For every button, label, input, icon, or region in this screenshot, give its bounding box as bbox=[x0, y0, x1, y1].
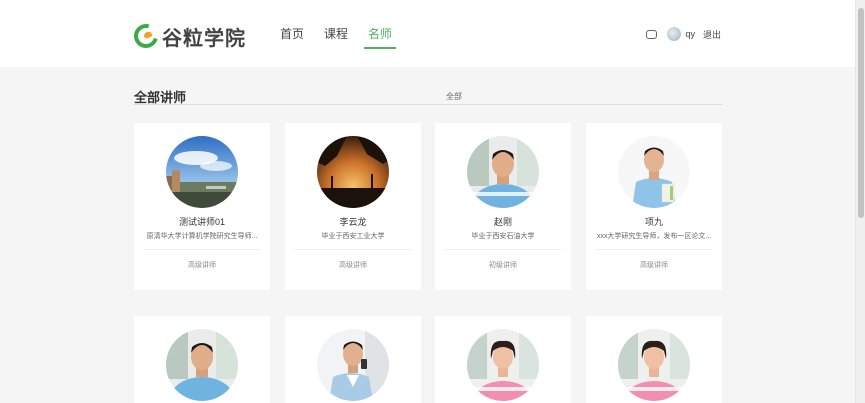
main-nav: 首页 课程 名师 bbox=[270, 0, 402, 67]
teacher-card[interactable]: 测试讲师01 原清华大学计算机学院研究生导师... 高级讲师 bbox=[134, 123, 270, 290]
vertical-scrollbar[interactable] bbox=[855, 0, 865, 403]
scrollbar-thumb[interactable] bbox=[858, 8, 864, 218]
teacher-photo[interactable] bbox=[618, 136, 690, 208]
divider bbox=[295, 249, 411, 250]
chat-icon[interactable] bbox=[646, 26, 658, 39]
nav-courses[interactable]: 课程 bbox=[314, 0, 358, 67]
teacher-photo[interactable] bbox=[166, 136, 238, 208]
teacher-name[interactable]: 李云龙 bbox=[285, 215, 421, 228]
logo[interactable]: 谷粒学院 bbox=[129, 19, 246, 53]
teacher-card[interactable] bbox=[134, 316, 270, 403]
teacher-photo[interactable] bbox=[467, 329, 539, 401]
teacher-level: 高级讲师 bbox=[640, 262, 668, 269]
username[interactable]: qy bbox=[685, 29, 695, 39]
teacher-photo[interactable] bbox=[166, 329, 238, 401]
teacher-level: 高级讲师 bbox=[339, 262, 367, 269]
teacher-name[interactable]: 赵刚 bbox=[435, 215, 571, 228]
section-title: 全部讲师 bbox=[134, 90, 187, 105]
divider bbox=[445, 249, 561, 250]
divider bbox=[144, 249, 260, 250]
teacher-intro: 原清华大学计算机学院研究生导师... bbox=[146, 233, 258, 240]
teacher-card[interactable]: 项九 xxx大学研究生导师，发布一区论文... 高级讲师 bbox=[586, 123, 722, 290]
filter-all-link[interactable]: 全部 bbox=[446, 91, 462, 102]
teacher-intro: 毕业于西安石油大学 bbox=[471, 233, 535, 240]
user-area: qy 退出 bbox=[646, 26, 721, 41]
logout-link[interactable]: 退出 bbox=[703, 28, 721, 41]
teacher-photo[interactable] bbox=[317, 329, 389, 401]
teacher-intro: xxx大学研究生导师，发布一区论文... bbox=[596, 233, 712, 240]
divider bbox=[596, 249, 712, 250]
nav-home[interactable]: 首页 bbox=[270, 0, 314, 67]
teacher-intro: 毕业于西安工业大学 bbox=[321, 233, 385, 240]
teacher-card[interactable] bbox=[435, 316, 571, 403]
teacher-level: 初级讲师 bbox=[489, 262, 517, 269]
logo-icon bbox=[129, 19, 163, 53]
teacher-photo[interactable] bbox=[618, 329, 690, 401]
teacher-level: 高级讲师 bbox=[188, 262, 216, 269]
nav-teachers[interactable]: 名师 bbox=[358, 0, 402, 67]
teacher-photo[interactable] bbox=[467, 136, 539, 208]
teacher-name[interactable]: 测试讲师01 bbox=[134, 215, 270, 228]
teacher-card[interactable]: 赵刚 毕业于西安石油大学 初级讲师 bbox=[435, 123, 571, 290]
teacher-card[interactable]: 李云龙 毕业于西安工业大学 高级讲师 bbox=[285, 123, 421, 290]
teacher-name[interactable]: 项九 bbox=[586, 215, 722, 228]
teacher-card[interactable] bbox=[586, 316, 722, 403]
top-header: 谷粒学院 首页 课程 名师 qy 退出 bbox=[0, 0, 855, 67]
teacher-card[interactable] bbox=[285, 316, 421, 403]
avatar[interactable] bbox=[667, 27, 682, 41]
logo-text: 谷粒学院 bbox=[162, 27, 246, 50]
section-header: 全部讲师 全部 bbox=[134, 87, 722, 105]
teacher-photo[interactable] bbox=[317, 136, 389, 208]
